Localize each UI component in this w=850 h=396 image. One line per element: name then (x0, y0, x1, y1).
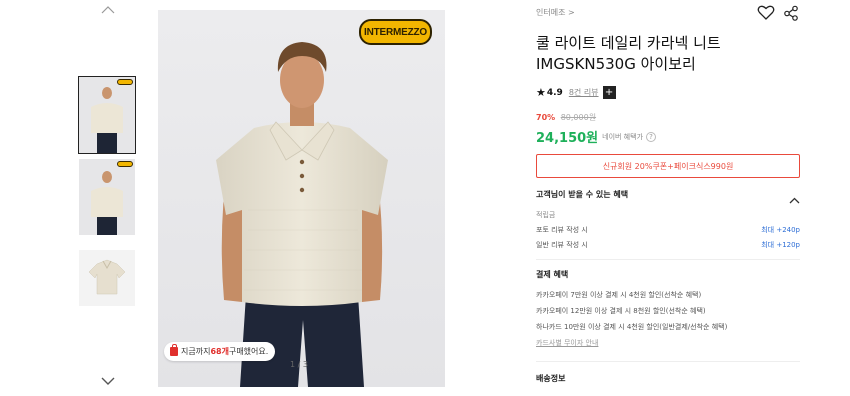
benefit-row-label: 일반 리뷰 작성 시 (536, 241, 588, 249)
divider (536, 259, 800, 260)
main-product-image: INTERMEZZO 지금까지 68개 구매했어요. 1 / 3 (158, 10, 445, 387)
price-row: 24,150원 네이버 혜택가 ? (536, 127, 657, 146)
purchase-count-badge: 지금까지 68개 구매했어요. (164, 342, 276, 361)
thumbnail-down-arrow-icon[interactable] (101, 377, 115, 387)
brand-breadcrumb[interactable]: 인터메조 > (536, 7, 575, 18)
shopping-bag-icon (170, 344, 178, 356)
image-page-counter: 1 / 3 (290, 360, 308, 369)
divider (536, 361, 800, 362)
thumbnail-3[interactable] (79, 250, 135, 306)
original-price: 80,000원 (560, 113, 597, 122)
card-installment-link[interactable]: 카드사별 무이자 안내 (536, 338, 598, 348)
thumbnail-up-arrow-icon[interactable] (101, 6, 115, 16)
brand-logo: INTERMEZZO (359, 19, 432, 45)
thumbnail-2[interactable] (79, 159, 135, 235)
review-count-link[interactable]: 8건 리뷰 (569, 87, 599, 98)
discount-row: 70% 80,000원 (536, 112, 596, 123)
share-icon[interactable] (783, 5, 799, 25)
payment-row: 카카오페이 7만원 이상 결제 시 4천원 할인(선착순 혜택) (536, 291, 702, 299)
payment-row: 카카오페이 12만원 이상 결제 시 8천원 할인(선착순 혜택) (536, 307, 706, 315)
purchase-prefix: 지금까지 (181, 347, 211, 356)
payment-row: 하나카드 10만원 이상 결제 시 4천원 할인(일반결제/선착순 혜택) (536, 323, 728, 331)
rating-score: 4.9 (546, 87, 563, 98)
star-icon: ★ (536, 86, 546, 99)
coupon-button[interactable]: 신규회원 20%쿠폰+페이크식스990원 (536, 154, 800, 178)
model-photo (216, 42, 388, 387)
sale-price: 24,150원 (536, 131, 599, 146)
points-label: 적립금 (536, 211, 556, 219)
payment-benefits-title: 결제 혜택 (536, 270, 569, 279)
thumbnail-1[interactable] (78, 76, 136, 154)
benefit-row-value: 최대 +240p (761, 226, 800, 234)
purchase-count: 68개 (210, 347, 229, 356)
top-actions (757, 5, 799, 25)
benefit-row-label: 포토 리뷰 작성 시 (536, 226, 588, 234)
price-label: 네이버 혜택가 (602, 132, 644, 141)
shipping-info-title: 배송정보 (536, 374, 566, 383)
plus-badge-icon[interactable]: + (602, 86, 616, 99)
heart-icon[interactable] (757, 5, 775, 25)
rating-row: ★ 4.9 8건 리뷰 + (536, 86, 616, 99)
benefit-row-value: 최대 +120p (761, 241, 800, 249)
benefits-title[interactable]: 고객님이 받을 수 있는 혜택 (536, 189, 628, 200)
product-title: 쿨 라이트 데일리 카라넥 니트 IMGSKN530G 아이보리 (536, 34, 721, 73)
help-icon[interactable]: ? (646, 131, 657, 142)
chevron-up-icon[interactable] (789, 189, 800, 208)
discount-rate: 70% (536, 113, 556, 122)
purchase-suffix: 구매했어요. (228, 347, 269, 356)
